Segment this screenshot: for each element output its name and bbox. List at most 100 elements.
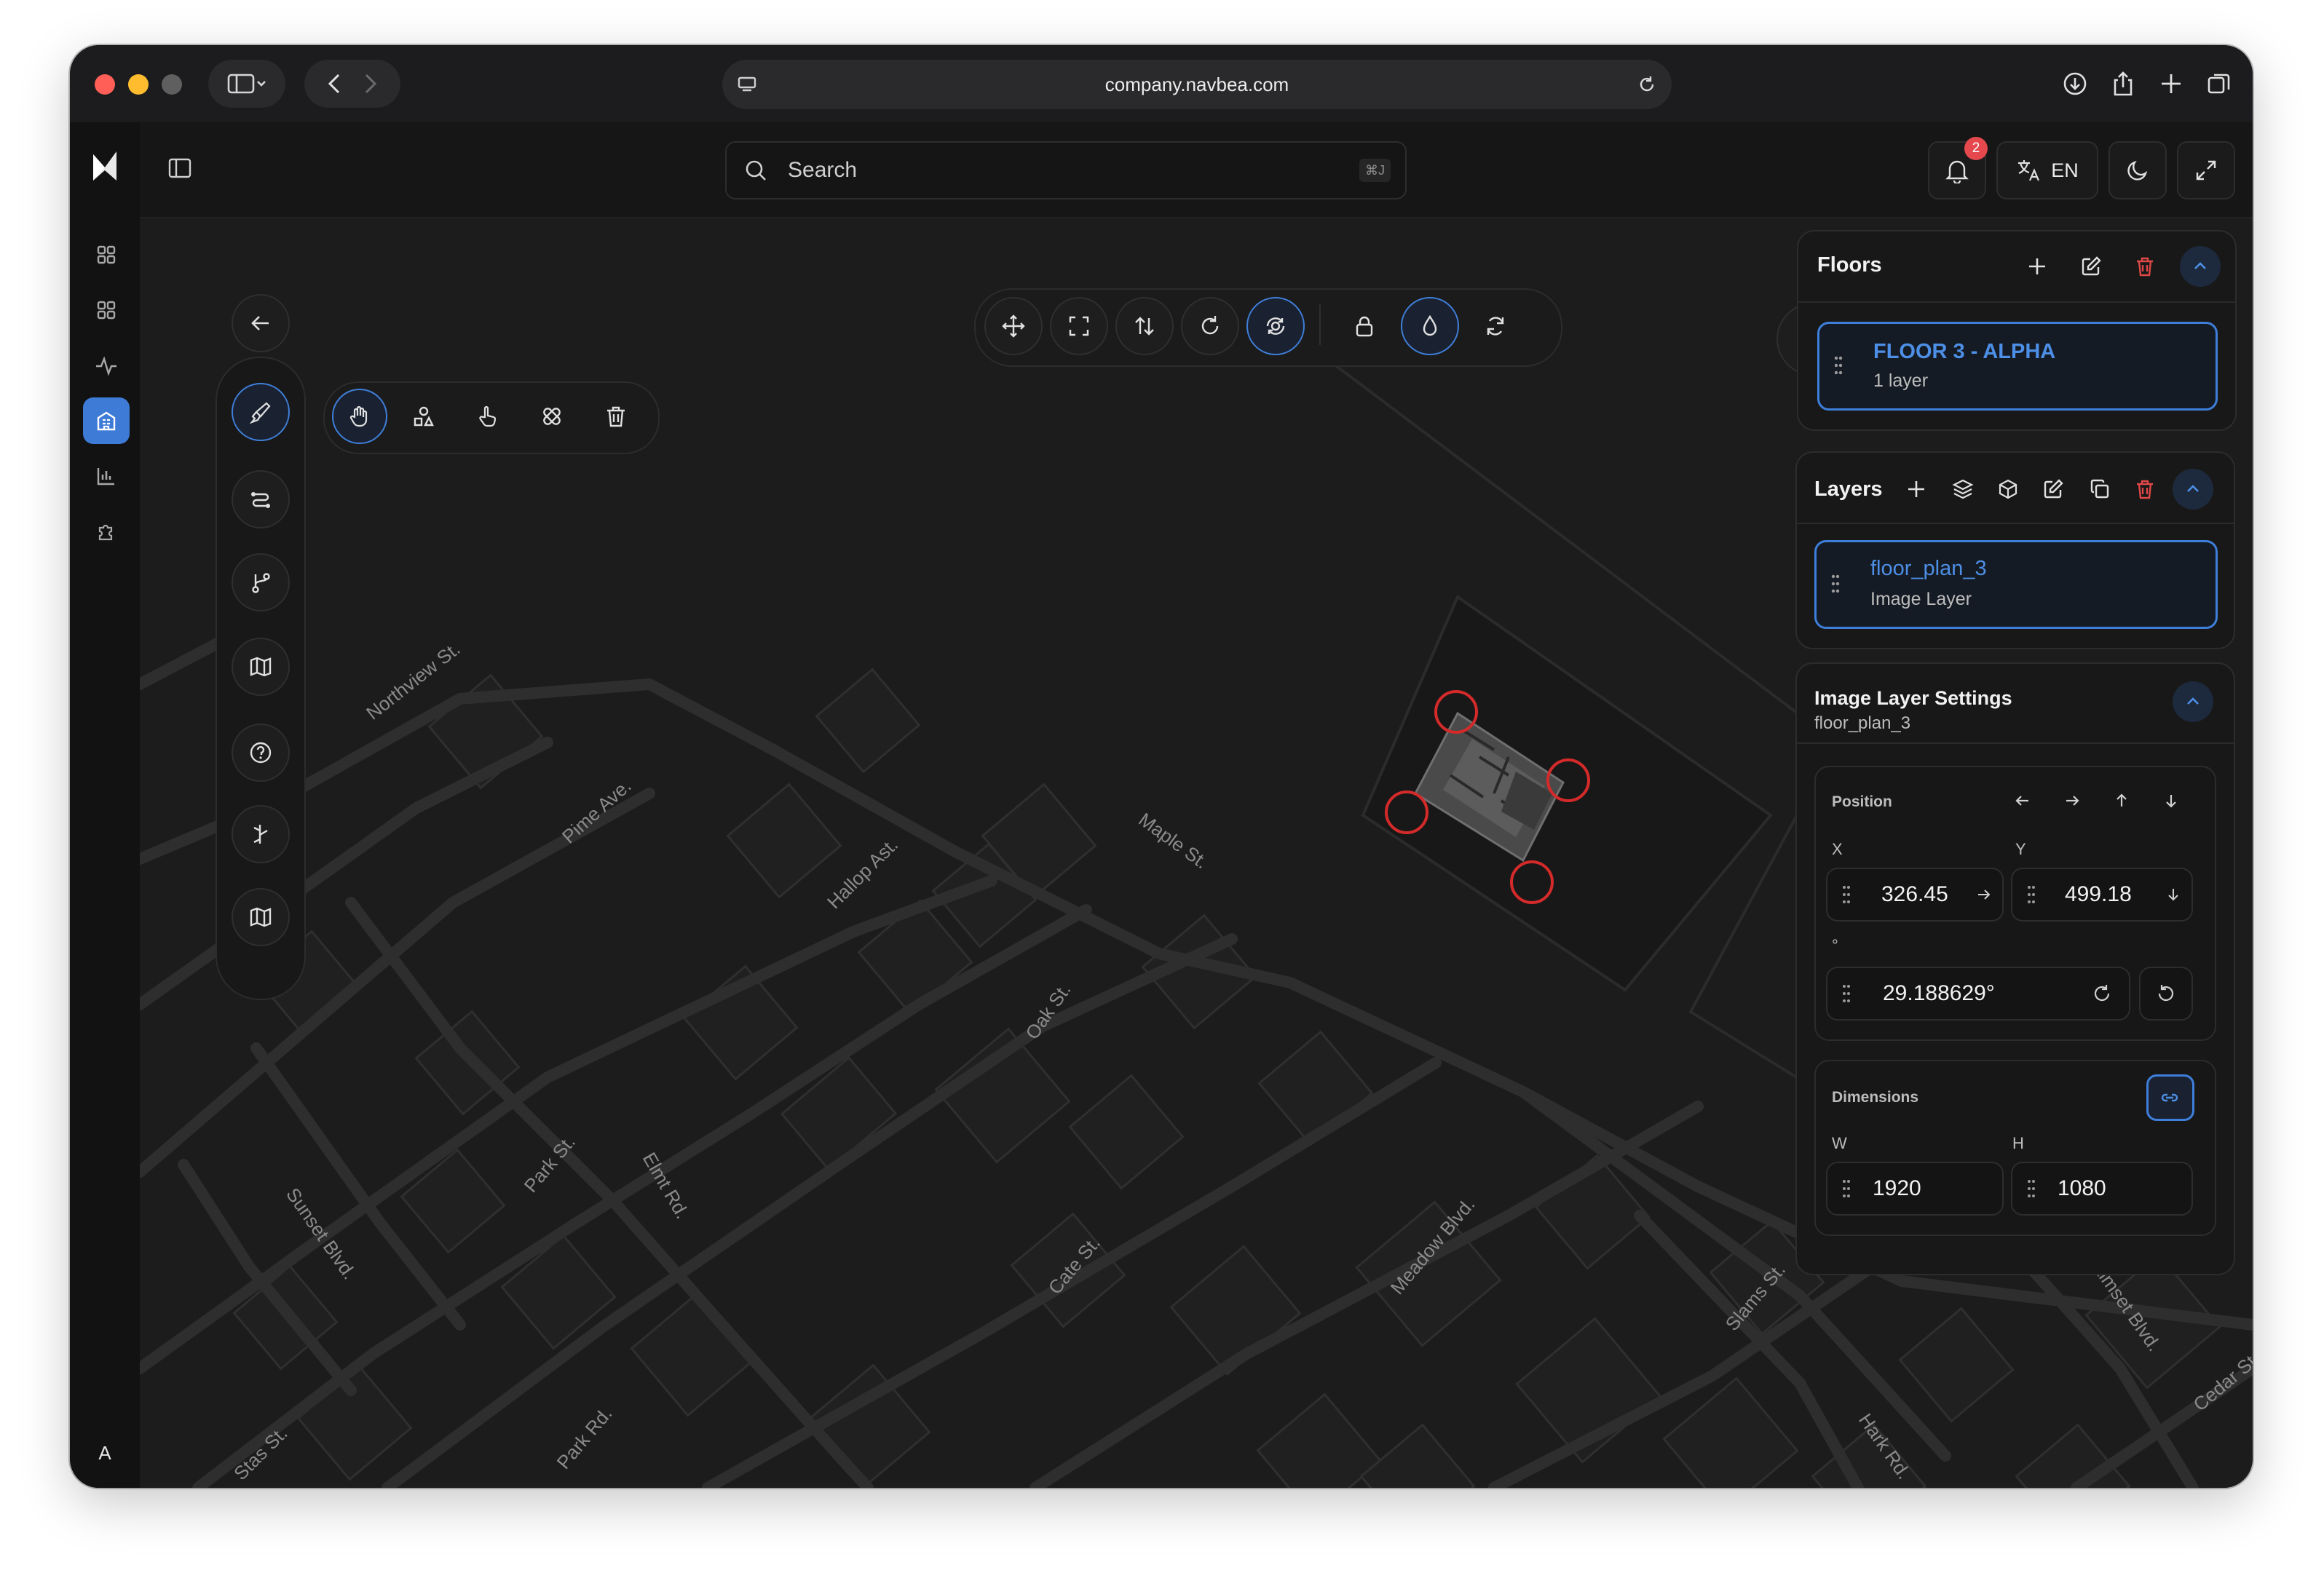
fullscreen-button[interactable] [2177,141,2235,199]
duplicate-layer-button[interactable] [2079,469,2120,510]
user-avatar[interactable]: A [92,1440,118,1466]
download-icon [2063,72,2087,95]
add-floor-button[interactable] [2017,246,2058,287]
rotate-icon[interactable] [2091,983,2113,1005]
language-label: EN [2051,159,2079,181]
x-input[interactable]: 326.45 [1826,868,2004,922]
download-button[interactable] [2050,60,2100,108]
drag-handle-icon[interactable] [1842,1179,1851,1198]
branch-tool-button[interactable] [232,553,290,611]
move-button[interactable] [984,297,1043,355]
move-icon [1002,314,1025,338]
rail-item-buildings[interactable] [83,397,130,444]
divider [1797,523,2234,524]
nudge-right-button[interactable] [2053,782,2091,820]
bandage-icon [543,408,561,425]
undo-icon [2158,985,2174,1002]
arrow-up-icon [2116,793,2127,807]
rail-item-integrations[interactable] [83,508,130,555]
opacity-button[interactable] [1401,297,1459,355]
rotate-button[interactable] [1181,297,1239,355]
pointer-tool-button[interactable] [460,389,515,444]
reset-rotation-button[interactable] [2139,967,2193,1021]
rail-item-activity[interactable] [83,342,130,389]
bandage-tool-button[interactable] [524,389,580,444]
arrow-left-icon [2015,796,2028,806]
y-input[interactable]: 499.18 [2011,868,2193,922]
reload-icon[interactable] [1637,74,1657,95]
chevron-up-icon [2187,485,2199,492]
zoom-window-button[interactable] [162,74,182,95]
apps-icon [97,301,116,320]
layer-item[interactable]: floor_plan_3 Image Layer [1814,540,2218,629]
reset-button[interactable] [1466,297,1525,355]
brush-icon [249,402,271,424]
split-tool-button[interactable] [232,805,290,863]
grid-icon [97,245,116,264]
collapse-floors-button[interactable] [2180,246,2221,287]
help-button[interactable] [232,724,290,782]
rail-item-apps[interactable] [83,287,130,333]
transform-mode-button[interactable] [1246,297,1305,355]
nudge-left-button[interactable] [2004,782,2042,820]
lock-button[interactable] [1335,297,1394,355]
trash-icon [2137,257,2153,277]
add-layer-button[interactable] [1896,469,1937,510]
pan-tool-button[interactable] [332,389,387,444]
delete-tool-button[interactable] [588,389,644,444]
edit-layer-button[interactable] [2033,469,2074,510]
chart-icon [97,468,114,486]
width-input[interactable]: 1920 [1826,1162,2004,1216]
route-tool-button[interactable] [232,470,290,528]
close-window-button[interactable] [95,74,115,95]
swap-button[interactable] [1115,297,1174,355]
back-button[interactable] [232,294,290,352]
delete-layer-button[interactable] [2125,469,2165,510]
drag-handle-icon[interactable] [2027,1179,2036,1198]
drag-handle-icon[interactable] [1831,574,1840,593]
theme-toggle-button[interactable] [2108,141,2167,199]
edit-floor-button[interactable] [2071,246,2111,287]
floor-item[interactable]: FLOOR 3 - ALPHA 1 layer [1817,322,2218,411]
arrow-left-icon [251,316,269,330]
floor-name: FLOOR 3 - ALPHA [1873,340,2056,363]
aspect-lock-toggle[interactable] [2146,1074,2194,1121]
sidebar-toggle-button[interactable] [208,60,285,108]
collapse-settings-button[interactable] [2173,681,2213,722]
search-placeholder: Search [788,158,858,182]
layer-stack-button[interactable] [1942,469,1983,510]
drag-handle-icon[interactable] [1834,356,1843,375]
nudge-up-button[interactable] [2103,782,2141,820]
drag-handle-icon[interactable] [1842,984,1851,1003]
panel-toggle-icon[interactable] [167,156,192,181]
layer-3d-button[interactable] [1988,469,2028,510]
collapse-layers-button[interactable] [2173,469,2213,510]
tab-overview-button[interactable] [2194,60,2244,108]
language-button[interactable]: EN [1996,141,2098,199]
map-layers-button[interactable] [232,888,290,946]
drag-handle-icon[interactable] [1842,885,1851,904]
rotation-value: 29.188629° [1883,981,1995,1005]
address-bar[interactable]: company.navbea.com [722,60,1672,109]
share-button[interactable] [2098,60,2148,108]
shapes-tool-button[interactable] [396,389,451,444]
map-tool-button[interactable] [232,638,290,696]
edit-tool-button[interactable] [232,383,290,441]
height-input[interactable]: 1080 [2011,1162,2193,1216]
notifications-button[interactable]: 2 [1928,137,1988,199]
search-input[interactable]: Search ⌘J [725,141,1407,199]
delete-floor-button[interactable] [2125,246,2165,287]
plus-icon [1908,481,1924,497]
moon-icon [2127,160,2148,181]
minimize-window-button[interactable] [128,74,149,95]
rail-item-analytics[interactable] [83,453,130,499]
x-label: X [1832,840,1843,858]
drag-handle-icon[interactable] [2027,885,2036,904]
rail-item-dashboard[interactable] [83,231,130,278]
edit-icon [2082,256,2101,276]
dimensions-label: Dimensions [1832,1089,1919,1106]
nudge-down-button[interactable] [2152,782,2190,820]
new-tab-button[interactable] [2146,60,2196,108]
rotation-input[interactable]: 29.188629° [1826,967,2130,1021]
fit-button[interactable] [1050,297,1108,355]
